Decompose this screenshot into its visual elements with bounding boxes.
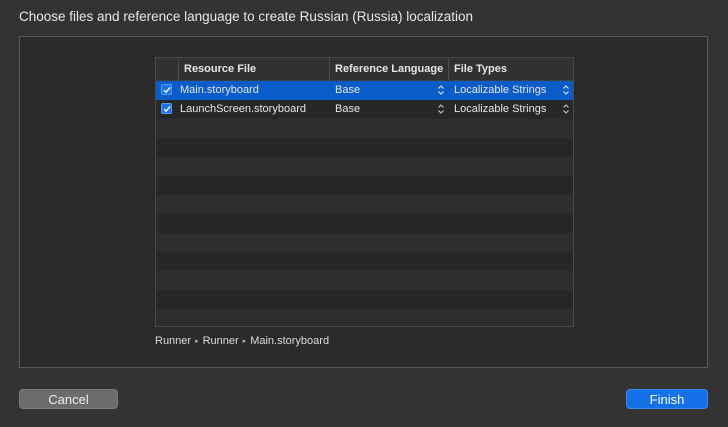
path-segment: Runner (155, 335, 192, 347)
reference-language-value: Base (335, 103, 361, 115)
checkmark-icon (163, 105, 171, 113)
resource-table[interactable]: Resource File Reference Language File Ty… (155, 57, 574, 327)
table-row[interactable]: LaunchScreen.storyboard Base Localizable… (156, 100, 573, 119)
updown-chevron-icon (563, 104, 569, 114)
table-row[interactable]: Main.storyboard Base Localizable Strings (156, 81, 573, 100)
row-file-name: LaunchScreen.storyboard (180, 103, 306, 115)
file-path-breadcrumb: Runner ▸ Runner ▸ Main.storyboard (155, 335, 329, 347)
header-reference-language[interactable]: Reference Language (329, 58, 448, 80)
updown-chevron-icon (438, 85, 444, 95)
empty-row (156, 233, 573, 252)
header-checkbox-column (156, 58, 178, 80)
cancel-button[interactable]: Cancel (19, 389, 118, 409)
empty-row (156, 252, 573, 271)
path-separator-icon: ▸ (242, 338, 247, 345)
empty-row (156, 290, 573, 309)
updown-chevron-icon (438, 104, 444, 114)
header-file-types[interactable]: File Types (448, 58, 573, 80)
empty-row (156, 138, 573, 157)
empty-row (156, 214, 573, 233)
empty-row (156, 157, 573, 176)
checkmark-icon (163, 86, 171, 94)
reference-language-value: Base (335, 84, 361, 96)
file-type-value: Localizable Strings (454, 84, 547, 96)
updown-chevron-icon (563, 85, 569, 95)
empty-row (156, 119, 573, 138)
dialog-title: Choose files and reference language to c… (19, 9, 474, 24)
path-segment: Main.storyboard (250, 335, 330, 347)
header-resource-file[interactable]: Resource File (178, 58, 329, 80)
empty-row (156, 176, 573, 195)
table-header: Resource File Reference Language File Ty… (156, 58, 573, 81)
path-separator-icon: ▸ (195, 338, 199, 345)
row-file-name: Main.storyboard (180, 84, 259, 96)
row-checkbox[interactable] (161, 84, 172, 95)
reference-language-popup[interactable]: Base (335, 81, 447, 100)
empty-row (156, 195, 573, 214)
localization-panel: Resource File Reference Language File Ty… (19, 36, 708, 368)
empty-row (156, 271, 573, 290)
row-checkbox[interactable] (161, 103, 172, 114)
reference-language-popup[interactable]: Base (335, 100, 447, 119)
file-type-value: Localizable Strings (454, 103, 547, 115)
path-segment: Runner (202, 335, 239, 347)
finish-button[interactable]: Finish (626, 389, 708, 409)
file-type-popup[interactable]: Localizable Strings (454, 100, 572, 119)
file-type-popup[interactable]: Localizable Strings (454, 81, 572, 100)
empty-row (156, 309, 573, 326)
